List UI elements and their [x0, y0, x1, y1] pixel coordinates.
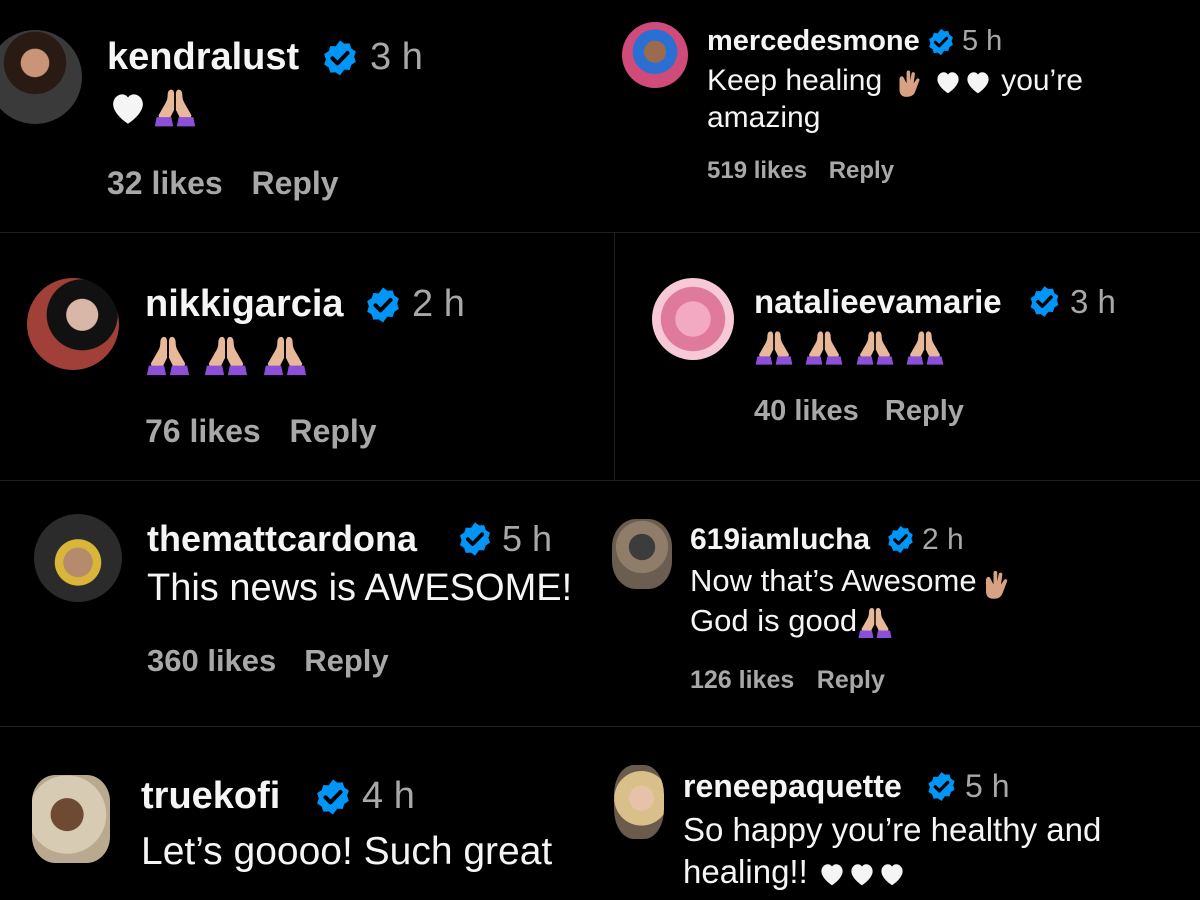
likes-count[interactable]: 519 likes: [707, 157, 807, 184]
username[interactable]: 619iamlucha: [690, 523, 870, 557]
comment-text-part: Now that’s Awesome: [690, 563, 977, 598]
praying-hands-icon: [263, 336, 306, 376]
timestamp: 2 h: [922, 523, 964, 556]
avatar[interactable]: [0, 30, 82, 124]
timestamp: 5 h: [962, 25, 1003, 57]
reply-button[interactable]: Reply: [885, 395, 964, 427]
comment-text-part: Keep healing: [707, 64, 883, 97]
avatar[interactable]: [27, 278, 119, 370]
avatar[interactable]: [622, 22, 688, 88]
reply-button[interactable]: Reply: [289, 413, 376, 449]
praying-hands-icon: [856, 331, 894, 365]
comment-emoji-row: [107, 86, 197, 130]
timestamp: 5 h: [502, 518, 553, 559]
likes-count[interactable]: 76 likes: [145, 413, 261, 449]
comment-nikkigarcia: nikkigarcia 2 h 76 likes Reply: [0, 233, 614, 480]
username[interactable]: kendralust: [107, 36, 299, 79]
likes-count[interactable]: 126 likes: [690, 666, 794, 694]
username[interactable]: truekofi: [141, 775, 280, 818]
timestamp: 3 h: [370, 36, 423, 78]
comment-meta: 76 likes Reply: [145, 413, 377, 450]
comment-text: God is good: [690, 603, 893, 641]
comment-emoji-row: [754, 328, 945, 368]
username[interactable]: reneepaquette: [683, 768, 902, 805]
verified-badge-icon: [365, 285, 401, 325]
verified-badge-icon: [927, 27, 955, 57]
timestamp: 2 h: [412, 283, 465, 325]
white-heart-icon: [851, 864, 873, 886]
comment-meta: 360 likes Reply: [147, 643, 389, 679]
reply-button[interactable]: Reply: [829, 157, 894, 184]
comment-text-part: you’re: [1001, 64, 1083, 97]
praying-hands-icon: [806, 331, 843, 365]
likes-count[interactable]: 360 likes: [147, 643, 276, 678]
username[interactable]: mercedesmone: [707, 25, 920, 58]
praying-hands-icon: [907, 331, 944, 365]
clapping-hands-icon: [899, 70, 920, 97]
comment-text-part: God is good: [690, 603, 858, 638]
avatar[interactable]: [34, 514, 122, 602]
timestamp: 3 h: [1070, 283, 1116, 320]
white-heart-icon: [881, 864, 903, 886]
reply-button[interactable]: Reply: [304, 643, 388, 678]
avatar[interactable]: [32, 775, 110, 863]
comment-text-part: healing!!: [683, 853, 808, 890]
comment-text: amazing: [707, 101, 821, 134]
praying-hands-icon: [155, 89, 196, 127]
verified-badge-icon: [458, 520, 492, 558]
comment-text: Keep healing you’re: [707, 63, 1083, 99]
comment-meta: 519 likes Reply: [707, 157, 894, 185]
praying-hands-icon: [755, 331, 793, 365]
comment-natalieevamarie: natalieevamarie 3 h 40 likes Reply: [615, 233, 1200, 480]
comment-619iamlucha: 619iamlucha 2 h Now that’s Awesome God i…: [610, 481, 1200, 726]
comment-text: Let’s goooo! Such great: [141, 830, 553, 873]
username[interactable]: themattcardona: [147, 518, 417, 560]
reply-button[interactable]: Reply: [251, 165, 338, 201]
comment-text: This news is AWESOME!: [147, 567, 573, 609]
avatar[interactable]: [614, 765, 664, 839]
comment-text: healing!!: [683, 853, 907, 892]
verified-badge-icon: [886, 524, 915, 555]
likes-count[interactable]: 32 likes: [107, 165, 223, 201]
comment-text: So happy you’re healthy and: [683, 811, 1102, 848]
comment-truekofi: truekofi 4 h Let’s goooo! Such great: [0, 727, 614, 900]
comment-emoji-row: [145, 333, 308, 379]
white-heart-icon: [821, 864, 843, 886]
white-heart-icon: [937, 72, 959, 94]
white-heart-icon: [113, 94, 143, 124]
verified-badge-icon: [315, 777, 351, 817]
comment-kendralust: kendralust 3 h 32 likes Reply: [0, 0, 600, 230]
raising-hands-icon: [985, 570, 1007, 599]
comment-themattcardona: themattcardona 5 h This news is AWESOME!…: [0, 481, 610, 726]
username[interactable]: natalieevamarie: [754, 283, 1002, 321]
verified-badge-icon: [926, 770, 957, 803]
white-heart-icon: [967, 72, 989, 94]
comment-text: Now that’s Awesome: [690, 563, 1013, 601]
verified-badge-icon: [322, 38, 358, 78]
timestamp: 4 h: [362, 775, 415, 817]
comment-reneepaquette: reneepaquette 5 h So happy you’re health…: [614, 727, 1200, 900]
username[interactable]: nikkigarcia: [145, 283, 344, 326]
comment-meta: 40 likes Reply: [754, 395, 964, 428]
praying-hands-icon: [858, 607, 892, 638]
comment-meta: 126 likes Reply: [690, 666, 885, 695]
comment-mercedesmone: mercedesmone 5 h Keep healing you’re ama…: [600, 0, 1200, 230]
reply-button[interactable]: Reply: [817, 666, 885, 694]
avatar[interactable]: [612, 519, 672, 589]
likes-count[interactable]: 40 likes: [754, 395, 859, 427]
comment-meta: 32 likes Reply: [107, 165, 339, 202]
avatar[interactable]: [652, 278, 734, 360]
timestamp: 5 h: [965, 768, 1010, 804]
praying-hands-icon: [205, 336, 248, 376]
verified-badge-icon: [1028, 284, 1061, 319]
praying-hands-icon: [146, 336, 190, 376]
